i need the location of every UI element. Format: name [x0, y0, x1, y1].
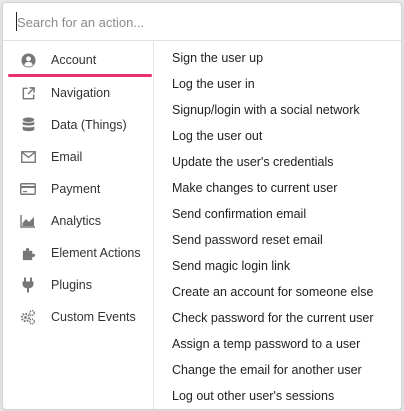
action-list: Sign the user up Log the user in Signup/… [154, 42, 401, 409]
sidebar-item-navigation[interactable]: Navigation [3, 77, 153, 109]
action-item-log-in[interactable]: Log the user in [154, 70, 401, 96]
action-item-temp-password[interactable]: Assign a temp password to a user [154, 330, 401, 356]
search-bar [3, 3, 401, 41]
action-item-confirmation-email[interactable]: Send confirmation email [154, 200, 401, 226]
puzzle-piece-icon [20, 245, 36, 261]
action-label: Log the user out [172, 129, 263, 143]
sidebar-item-label: Payment [51, 182, 101, 196]
action-label: Update the user's credentials [172, 155, 334, 169]
action-label: Make changes to current user [172, 181, 338, 195]
search-input[interactable] [17, 11, 387, 33]
sidebar-item-label: Data (Things) [51, 118, 127, 132]
sidebar-item-label: Analytics [51, 214, 102, 228]
sidebar-item-label: Navigation [51, 86, 111, 100]
sidebar-item-email[interactable]: Email [3, 141, 153, 173]
sidebar-item-analytics[interactable]: Analytics [3, 205, 153, 237]
sidebar-item-element-actions[interactable]: Element Actions [3, 237, 153, 269]
action-label: Send confirmation email [172, 207, 307, 221]
action-label: Signup/login with a social network [172, 103, 360, 117]
action-label: Log out other user's sessions [172, 389, 335, 403]
action-item-sign-up[interactable]: Sign the user up [154, 44, 401, 70]
sidebar-item-label: Element Actions [51, 246, 141, 260]
envelope-icon [20, 149, 36, 165]
action-item-magic-login-link[interactable]: Send magic login link [154, 252, 401, 278]
action-label: Send password reset email [172, 233, 323, 247]
sidebar-item-account[interactable]: Account [3, 44, 153, 76]
action-item-social-login[interactable]: Signup/login with a social network [154, 96, 401, 122]
sidebar-item-label: Plugins [51, 278, 92, 292]
sidebar-item-data-things[interactable]: Data (Things) [3, 109, 153, 141]
area-chart-icon [20, 213, 36, 229]
action-item-check-password[interactable]: Check password for the current user [154, 304, 401, 330]
action-item-create-account-other[interactable]: Create an account for someone else [154, 278, 401, 304]
database-icon [20, 117, 36, 133]
action-item-log-out[interactable]: Log the user out [154, 122, 401, 148]
sidebar-item-custom-events[interactable]: Custom Events [3, 301, 153, 333]
plug-icon [20, 277, 36, 293]
credit-card-icon [20, 181, 36, 197]
action-label: Sign the user up [172, 51, 264, 65]
sidebar-item-label: Custom Events [51, 310, 136, 324]
sidebar-item-plugins[interactable]: Plugins [3, 269, 153, 301]
cogs-icon [20, 309, 36, 325]
sidebar-item-label: Account [51, 53, 97, 67]
action-item-password-reset-email[interactable]: Send password reset email [154, 226, 401, 252]
action-item-change-email-other[interactable]: Change the email for another user [154, 356, 401, 382]
action-label: Assign a temp password to a user [172, 337, 361, 351]
action-label: Log the user in [172, 77, 255, 91]
user-circle-icon [20, 52, 36, 68]
text-caret [16, 12, 17, 31]
action-label: Check password for the current user [172, 311, 374, 325]
action-item-log-out-other-sessions[interactable]: Log out other user's sessions [154, 382, 401, 408]
action-item-change-current-user[interactable]: Make changes to current user [154, 174, 401, 200]
sidebar-item-label: Email [51, 150, 83, 164]
action-label: Send magic login link [172, 259, 291, 273]
action-label: Change the email for another user [172, 363, 362, 377]
action-picker-panel: Account Navigation Data (Things [2, 2, 402, 410]
sidebar-item-payment[interactable]: Payment [3, 173, 153, 205]
category-sidebar: Account Navigation Data (Things) Email P… [3, 42, 154, 409]
action-item-update-credentials[interactable]: Update the user's credentials [154, 148, 401, 174]
action-label: Create an account for someone else [172, 285, 374, 299]
external-link-icon [20, 85, 36, 101]
